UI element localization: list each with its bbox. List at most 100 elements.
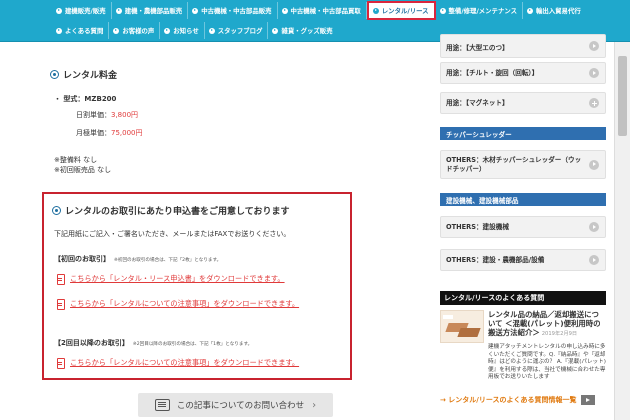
nav-item-voices[interactable]: お客様の声 xyxy=(109,22,161,39)
nav-item-rental-lease[interactable]: レンタル/リース xyxy=(366,1,436,20)
nav-label: 整備/修理/メンテナンス xyxy=(448,7,517,15)
arrow-icon xyxy=(281,7,288,14)
arrow-icon xyxy=(56,7,62,14)
arrow-icon xyxy=(115,7,122,14)
daily-label: 日割単価： xyxy=(76,111,111,119)
arrow-icon xyxy=(527,7,533,14)
sidebar-item-construction-machinery[interactable]: OTHERS：建設機械 xyxy=(440,216,606,238)
sidebar-item-label: 用途：【チルト・旋回（回転）】 xyxy=(446,68,539,77)
faq-list-link[interactable]: → レンタル/リースのよくある質問情報一覧 xyxy=(440,395,606,405)
link-text: こちらから「レンタルについての注意事項」をダウンロードできます。 xyxy=(70,358,300,367)
arrow-icon xyxy=(589,68,599,78)
application-title: レンタルのお取引にあたり申込書をご用意しております xyxy=(65,207,290,217)
nav-label: お客様の声 xyxy=(122,27,155,35)
sidebar-item-construction-parts[interactable]: OTHERS：建設・農機部品/設備 xyxy=(440,249,606,271)
nav-item-faq[interactable]: よくある質問 xyxy=(52,22,110,39)
first-transaction-row: 【初回のお取引】 ※初回のお取引の場合は、下記「2枚」となります。 xyxy=(54,254,221,264)
arrow-icon xyxy=(208,27,215,34)
link-text: こちらから「レンタル・リース申込書」をダウンロードできます。 xyxy=(70,274,285,283)
rental-fee-heading: レンタル料金 xyxy=(50,68,117,81)
sidebar-item-label: OTHERS：木材チッパーシュレッダー（ウッドチッパー） xyxy=(446,155,582,173)
application-description: 下記用紙にご記入・ご署名いただき、メールまたはFAXでお送りください。 xyxy=(54,230,291,238)
nav-item-construction-sales[interactable]: 建機販売/販売 xyxy=(52,2,112,19)
first-transaction-label: 【初回のお取引】 xyxy=(54,255,110,263)
nav-label: 輸出入貿易代行 xyxy=(536,7,581,15)
thumbnail-label xyxy=(443,315,453,319)
download-notes-link-1[interactable]: こちらから「レンタルについての注意事項」をダウンロードできます。 xyxy=(56,299,300,310)
daily-price-row: 日割単価：3,800円 xyxy=(76,110,138,120)
sidebar-item-label: OTHERS：建設・農機部品/設備 xyxy=(446,255,545,264)
nav-label: スタッフブログ xyxy=(217,27,263,35)
pdf-icon xyxy=(56,299,65,310)
nav-row-1: 建機販売/販売 建機・農機部品販売 中古機械・中古部品販売 中古機械・中古部品買… xyxy=(52,1,586,20)
inquiry-label: この記事についてのお問い合わせ xyxy=(176,401,305,411)
monthly-price-row: 月極単価：75,000円 xyxy=(76,128,143,138)
nav-item-goods[interactable]: 雑貨・グッズ販売 xyxy=(268,22,337,39)
nav-item-staff-blog[interactable]: スタッフブログ xyxy=(205,22,269,39)
nav-item-maintenance[interactable]: 整備/修理/メンテナンス xyxy=(436,2,523,19)
note-maintenance: ※整備料 なし xyxy=(54,156,98,164)
sidebar-item-large[interactable]: 用途：【大型エのつ】 xyxy=(440,34,606,58)
download-notes-link-2[interactable]: こちらから「レンタルについての注意事項」をダウンロードできます。 xyxy=(56,358,300,369)
nav-label: 中古機械・中古部品販売 xyxy=(201,7,272,15)
model-label: ・ 型式：MZB200 xyxy=(54,95,117,103)
nav-item-parts-sales[interactable]: 建機・農機部品販売 xyxy=(112,2,189,19)
sidebar-heading-chipper: チッパーシュレッダー xyxy=(440,127,606,140)
nav-label: 建機・農機部品販売 xyxy=(124,7,183,15)
note-first-sale: ※初回販売品 なし xyxy=(54,166,112,174)
nav-row-2: よくある質問 お客様の声 お知らせ スタッフブログ 雑貨・グッズ販売 xyxy=(52,22,338,39)
arrow-icon xyxy=(589,159,599,170)
download-application-link[interactable]: こちらから「レンタル・リース申込書」をダウンロードできます。 xyxy=(56,274,285,285)
scrollbar-thumb[interactable] xyxy=(618,56,627,136)
sidebar-item-label: 用途：【大型エのつ】 xyxy=(446,43,509,52)
sidebar-item-magnet[interactable]: 用途：【マグネット】 xyxy=(440,92,606,114)
sidebar-heading-construction: 建設機械、建設機械部品 xyxy=(440,193,606,206)
plus-icon xyxy=(589,98,599,108)
nav-item-news[interactable]: お知らせ xyxy=(160,22,205,39)
faq-link-label: → レンタル/リースのよくある質問情報一覧 xyxy=(440,396,577,404)
arrow-icon xyxy=(589,255,599,265)
pdf-icon xyxy=(56,274,65,285)
monthly-label: 月極単価： xyxy=(76,129,111,137)
nav-label: 中古機械・中古部品買取 xyxy=(290,7,361,15)
sidebar-item-label: OTHERS：建設機械 xyxy=(446,222,509,231)
arrow-icon xyxy=(272,27,279,34)
nav-label: お知らせ xyxy=(173,27,199,35)
link-text: こちらから「レンタルについての注意事項」をダウンロードできます。 xyxy=(70,299,300,308)
sidebar: 用途：【大型エのつ】 用途：【チルト・旋回（回転）】 用途：【マグネット】 チッ… xyxy=(438,34,606,420)
page-scrollbar[interactable] xyxy=(614,42,630,420)
article-excerpt: 建機アタッチメントレンタルの申し込み時に多くいただくご質問です。Q.『納品時』や… xyxy=(488,344,606,381)
nav-label: レンタル/リース xyxy=(381,7,429,15)
circle-bullet-icon xyxy=(50,70,59,79)
arrow-icon xyxy=(164,27,171,34)
second-transaction-note: ※2回目以降のお取引の場合は、下記「1枚」となります。 xyxy=(132,342,253,347)
arrow-icon xyxy=(439,7,446,14)
application-box: レンタルのお取引にあたり申込書をご用意しております 下記用紙にご記入・ご署名いた… xyxy=(42,192,352,380)
monthly-price: 75,000円 xyxy=(111,129,143,137)
nav-label: よくある質問 xyxy=(65,27,104,35)
faq-section-heading: レンタル/リースのよくある質問 xyxy=(440,291,606,305)
article-inquiry-button[interactable]: この記事についてのお問い合わせ › xyxy=(138,393,333,417)
first-transaction-note: ※初回のお取引の場合は、下記「2枚」となります。 xyxy=(114,258,222,263)
nav-item-used-sales[interactable]: 中古機械・中古部品販売 xyxy=(188,2,278,19)
nav-label: 建機販売/販売 xyxy=(65,7,106,15)
article-date: 2019年2月9日 xyxy=(541,331,578,338)
sidebar-item-label: 用途：【マグネット】 xyxy=(446,98,509,107)
sidebar-item-wood-chipper[interactable]: OTHERS：木材チッパーシュレッダー（ウッドチッパー） xyxy=(440,150,606,179)
nav-item-trade-agency[interactable]: 輸出入貿易代行 xyxy=(523,2,586,19)
daily-price: 3,800円 xyxy=(111,111,139,119)
article-title-link[interactable]: レンタル品の納品／返却搬送について ＜混載(パレット)便利用時の搬送方法紹介＞ 2… xyxy=(488,310,606,337)
arrow-icon xyxy=(372,7,379,14)
second-transaction-row: 【2回目以降のお取引】 ※2回目以降のお取引の場合は、下記「1枚」となります。 xyxy=(54,338,252,348)
main-content: レンタル料金 ・ 型式：MZB200 日割単価：3,800円 月極単価：75,0… xyxy=(0,42,420,420)
arrow-icon xyxy=(192,7,199,14)
second-transaction-label: 【2回目以降のお取引】 xyxy=(54,339,129,347)
chevron-right-icon: › xyxy=(312,399,317,411)
nav-item-used-purchase[interactable]: 中古機械・中古部品買取 xyxy=(278,2,367,19)
pdf-icon xyxy=(56,358,65,369)
document-icon xyxy=(154,399,170,411)
sidebar-item-tilt[interactable]: 用途：【チルト・旋回（回転）】 xyxy=(440,62,606,84)
arrow-icon xyxy=(113,27,120,34)
arrow-icon xyxy=(589,41,599,51)
article-thumbnail[interactable] xyxy=(440,310,484,343)
